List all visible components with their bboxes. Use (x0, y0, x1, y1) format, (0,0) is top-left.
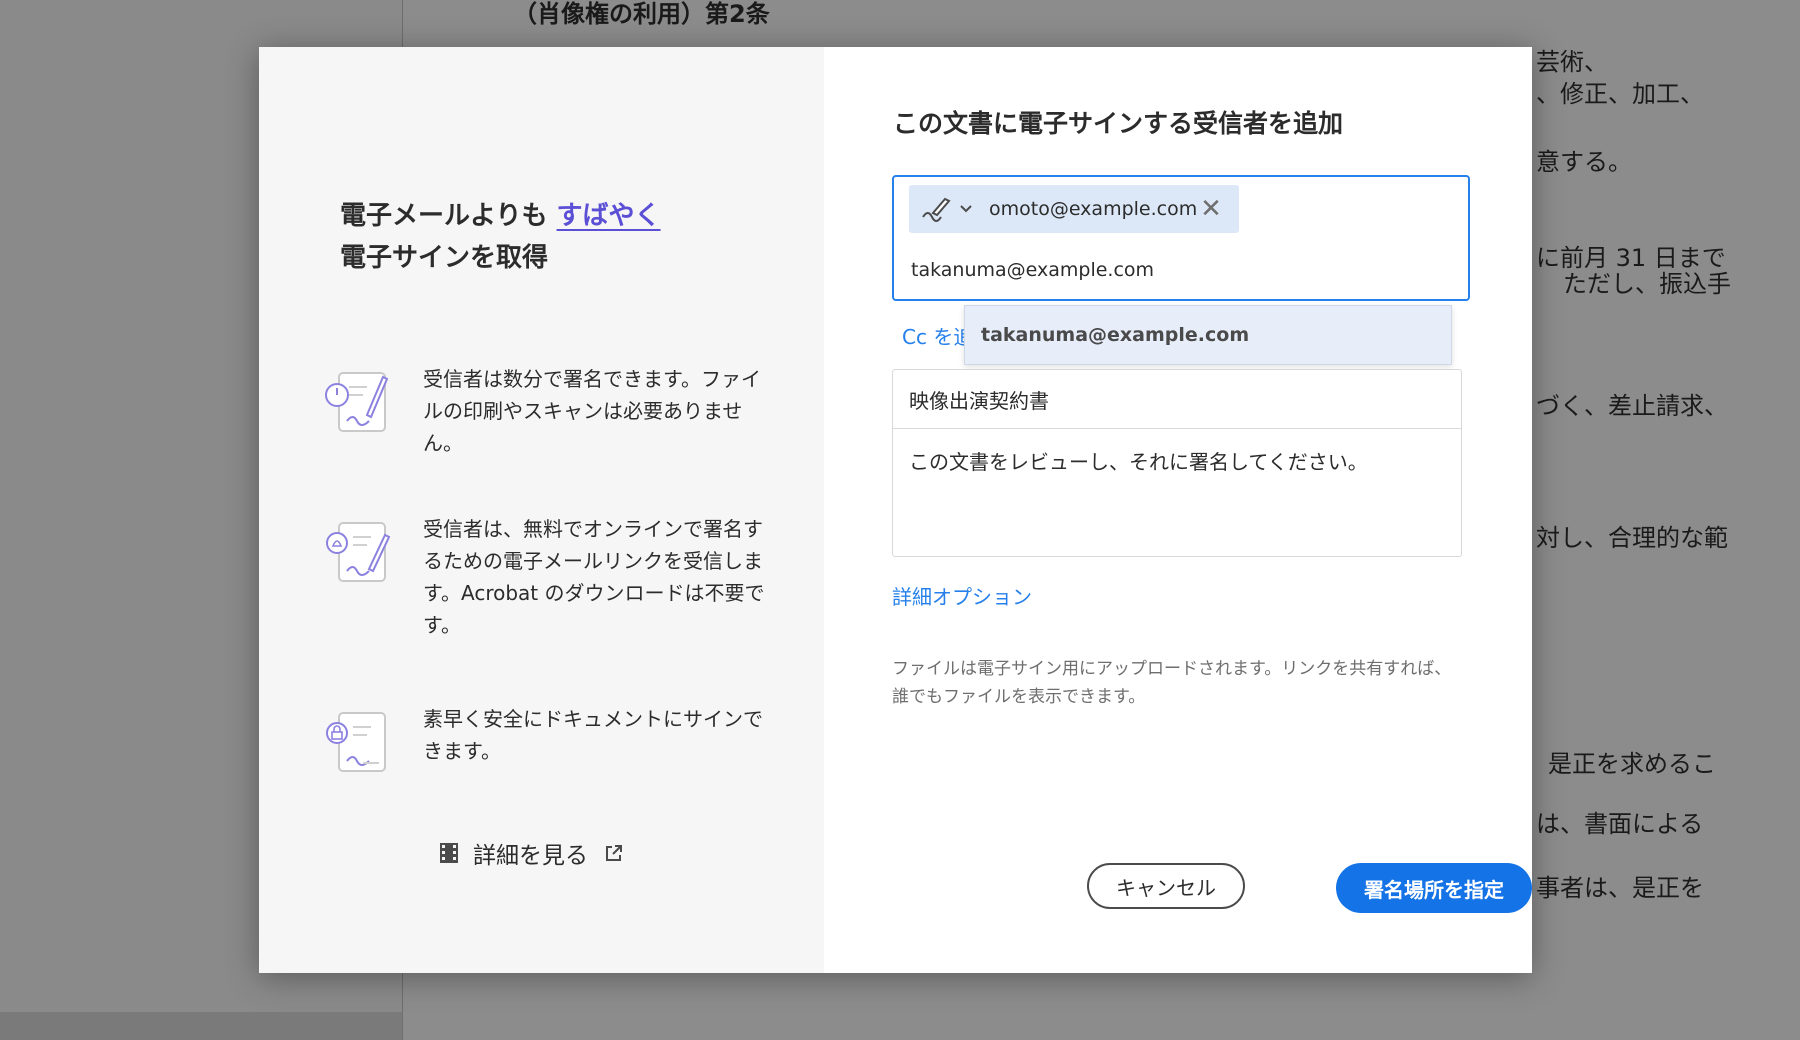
see-more-link[interactable]: 詳細を見る (439, 835, 624, 871)
bg-line: は、書面による (1536, 810, 1704, 838)
recipients-field[interactable]: omoto@example.com ✕ (892, 175, 1470, 301)
recipient-chip[interactable]: omoto@example.com ✕ (909, 185, 1239, 233)
document-name-input[interactable] (909, 384, 1439, 414)
remove-recipient-icon[interactable]: ✕ (1199, 195, 1223, 223)
recipient-email-input[interactable] (911, 255, 1441, 285)
bg-line: 対し、合理的な範 (1536, 524, 1728, 552)
feature-text: 受信者は、無料でオンラインで署名するための電子メールリンクを受信します。Acro… (423, 517, 765, 637)
document-name-row (893, 370, 1461, 429)
specify-signature-location-button[interactable]: 署名場所を指定 (1336, 863, 1532, 913)
film-icon (440, 843, 458, 863)
add-recipients-dialog: 電子メールよりも すばやく 電子サインを取得 受信者は数分で署名できます。ファイ… (259, 47, 1532, 973)
recipient-email: omoto@example.com (989, 198, 1198, 220)
external-link-icon (606, 845, 622, 861)
dialog-title: この文書に電子サインする受信者を追加 (893, 109, 1344, 138)
benefits-panel: 電子メールよりも すばやく 電子サインを取得 受信者は数分で署名できます。ファイ… (259, 47, 824, 973)
autocomplete-suggestion[interactable]: takanuma@example.com (981, 324, 1249, 346)
bg-line: （肖像権の利用）第2条 (513, 0, 770, 28)
bg-line: 芸術、 (1536, 48, 1608, 76)
document-fields: この文書をレビューし、それに署名してください。 (892, 369, 1462, 557)
bg-line: づく、差止請求、 (1536, 392, 1728, 420)
document-notification-sign-icon (326, 522, 391, 582)
role-selector[interactable] (919, 195, 979, 223)
upload-notice: ファイルは電子サイン用にアップロードされます。リンクを共有すれば、誰でもファイル… (892, 659, 1452, 707)
document-sign-timer-icon (325, 372, 389, 432)
headline-text: 電子メールよりも (340, 201, 548, 231)
feature-text: 素早く安全にドキュメントにサインできます。 (423, 707, 763, 763)
feature-text: 受信者は数分で署名できます。ファイルの印刷やスキャンは必要ありません。 (423, 367, 761, 455)
cancel-button[interactable]: キャンセル (1087, 863, 1245, 909)
bg-line: 意する。 (1536, 148, 1632, 176)
message-textarea[interactable]: この文書をレビューし、それに署名してください。 (909, 446, 1445, 542)
bg-line: 、修正、加工、 (1536, 80, 1704, 108)
advanced-options-link[interactable]: 詳細オプション (892, 581, 1032, 610)
see-more-label: 詳細を見る (473, 843, 588, 869)
document-lock-sign-icon (326, 712, 386, 772)
bg-line: 事者は、是正を (1536, 874, 1704, 902)
recipients-panel: この文書に電子サインする受信者を追加 omoto@example.com ✕ C… (824, 47, 1532, 973)
benefits-headline: 電子メールよりも すばやく 電子サインを取得 (340, 195, 780, 279)
bg-line: ただし、振込手 (1563, 270, 1731, 298)
email-autocomplete-dropdown: takanuma@example.com (964, 305, 1452, 365)
pen-sign-icon (922, 197, 951, 222)
headline-text-2: 電子サインを取得 (340, 243, 549, 273)
bg-line: 是正を求めるこ (1548, 750, 1716, 778)
headline-accent: すばやく (556, 201, 661, 231)
chevron-down-icon (960, 205, 972, 213)
